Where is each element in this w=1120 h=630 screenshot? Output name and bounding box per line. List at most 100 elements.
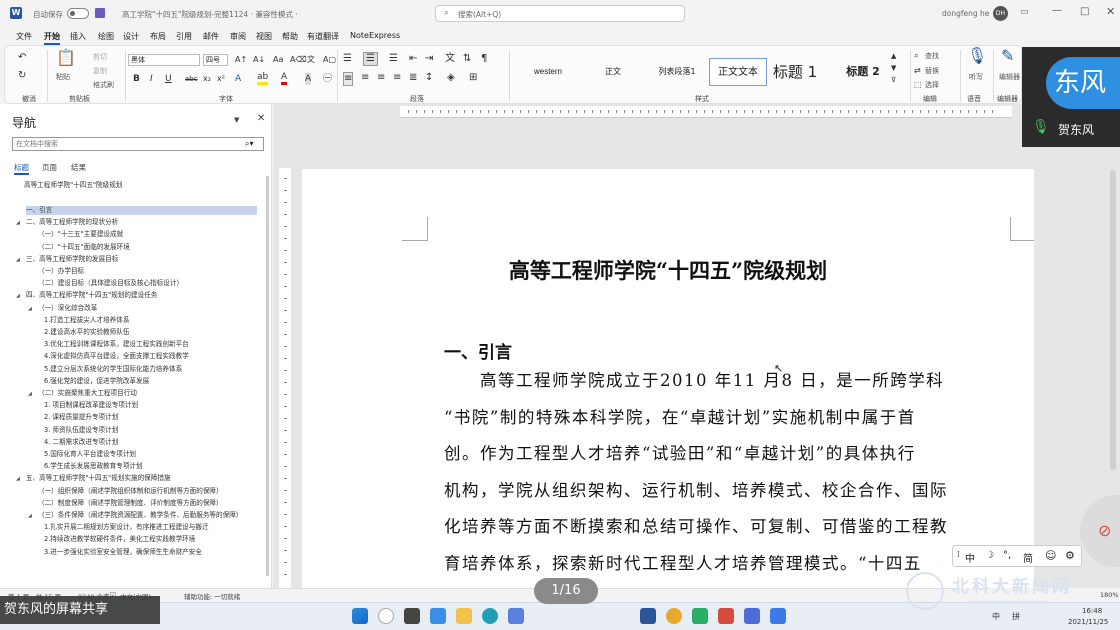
nav-heading-item[interactable]: （一）办学目标 [38, 267, 84, 276]
ime-half-width-icon[interactable]: ☽ [985, 550, 994, 561]
menu-4[interactable]: 设计 [123, 31, 139, 42]
nav-heading-item[interactable]: （二）制度保障（阐述学院管理制度、评价制度等方面的保障） [38, 499, 223, 508]
nav-heading-item[interactable]: 6.强化党的建设，促进学院改革发展 [44, 377, 149, 386]
phonetic-icon[interactable]: 文 [307, 54, 315, 66]
menu-5[interactable]: 布局 [150, 31, 166, 42]
nav-heading-item[interactable]: 1.扎实开展二期规划方案设计，有序推进工程建设与搬迁 [44, 523, 209, 532]
nav-heading-item[interactable]: 6.学生成长发展思政教育专项计划 [44, 462, 143, 471]
nav-heading-item[interactable]: 二、高等工程师学院的现状分析 [26, 218, 118, 227]
nav-close-icon[interactable]: ✕ [257, 113, 265, 124]
nav-heading-item[interactable]: 4. 二期需求改进专项计划 [44, 438, 118, 447]
paste-button[interactable]: 粘贴 [56, 72, 70, 82]
ime-punct[interactable]: °, [1003, 550, 1011, 561]
document-page[interactable]: 高等工程师学院“十四五”院级规划 一、引言 高等工程师学院成立于2010 年11… [302, 169, 1034, 588]
shrink-font-icon[interactable]: A↓ [253, 54, 265, 66]
nav-heading-item[interactable]: 高等工程师学院"十四五"院级规划 [24, 181, 122, 190]
menu-8[interactable]: 审阅 [230, 31, 246, 42]
ime-emoji-icon[interactable]: ☺ [1045, 549, 1056, 562]
nav-heading-item[interactable]: （二）建设目标（具体建设目标及核心指标设计） [38, 279, 183, 288]
justify-icon[interactable]: ≡ [393, 72, 401, 84]
search-input[interactable]: ⌕ 搜索(Alt+Q) [435, 5, 685, 22]
wechat-icon[interactable] [692, 608, 708, 624]
autosave-toggle[interactable] [67, 8, 89, 19]
collapse-triangle-icon[interactable]: ◢ [28, 306, 32, 312]
decrease-indent-icon[interactable]: ⇤ [409, 53, 417, 65]
select-icon[interactable]: ⬚ [914, 79, 922, 91]
edge-icon[interactable] [482, 608, 498, 624]
meeting-icon[interactable] [770, 608, 786, 624]
collapse-triangle-icon[interactable]: ◢ [28, 391, 32, 397]
nav-heading-item[interactable]: 2.持续改进教学软硬件条件，美化工程实践教学环境 [44, 535, 195, 544]
enclose-char-icon[interactable]: ㊀ [323, 73, 332, 85]
widgets-icon[interactable] [430, 608, 446, 624]
menu-10[interactable]: 帮助 [282, 31, 298, 42]
paste-icon[interactable]: 📋 [56, 50, 76, 66]
menu-6[interactable]: 引用 [176, 31, 192, 42]
italic-button[interactable]: I [150, 73, 153, 85]
nav-heading-item[interactable]: 3.优化工程训练课程体系，建设工程实践创新平台 [44, 340, 189, 349]
nav-heading-item[interactable]: 三、高等工程师学院的发展目标 [26, 255, 118, 264]
nav-tab-2[interactable]: 结果 [71, 162, 86, 173]
style-item-4[interactable]: 标题 1 [765, 58, 825, 86]
nav-scrollbar[interactable] [266, 176, 269, 576]
chrome-icon[interactable] [666, 608, 682, 624]
ime-toolbar[interactable]: ⁞ 中 ☽ °, 简 ☺ ⚙ [952, 545, 1082, 567]
menu-11[interactable]: 有道翻译 [307, 31, 339, 42]
task-view-icon[interactable] [404, 608, 420, 624]
menu-0[interactable]: 文件 [16, 31, 32, 42]
nav-options-icon[interactable]: ▼ [234, 116, 239, 124]
collapse-triangle-icon[interactable]: ◢ [16, 220, 20, 226]
borders-icon[interactable]: ⊞ [469, 72, 477, 84]
start-icon[interactable] [352, 608, 368, 624]
sort-icon[interactable]: ⇅ [463, 53, 471, 65]
replace-button[interactable]: 替换 [925, 66, 939, 76]
chinese-layout-icon[interactable]: 文 [445, 53, 455, 65]
align-center-icon[interactable]: ≡ [361, 72, 369, 84]
grow-font-icon[interactable]: A↑ [235, 54, 247, 66]
numbering-icon[interactable]: ☰ [363, 52, 378, 66]
styles-scroll-down-icon[interactable]: ▼ [891, 62, 896, 74]
accessibility-status[interactable]: 辅助功能: 一切就绪 [184, 591, 240, 601]
select-button[interactable]: 选择 [925, 80, 939, 90]
nav-heading-item[interactable]: 五、高等工程师学院"十四五"规划实施的保障措施 [26, 474, 171, 483]
nav-heading-item[interactable]: 1. 项目制课程改革建设专项计划 [44, 401, 138, 410]
file-explorer-icon[interactable] [456, 608, 472, 624]
copy-button[interactable]: 复制 [93, 66, 107, 76]
font-size-select[interactable]: 四号 [203, 54, 228, 66]
menu-7[interactable]: 邮件 [203, 31, 219, 42]
horizontal-ruler[interactable] [400, 106, 1012, 118]
change-case-icon[interactable]: Aa [273, 54, 283, 66]
distribute-icon[interactable]: ≣ [409, 72, 417, 84]
minimize-icon[interactable]: — [1052, 5, 1062, 16]
nav-heading-item[interactable]: （二）"十四五"面临的发展环境 [38, 243, 130, 252]
undo-icon[interactable]: ↶ [18, 52, 26, 64]
redo-icon[interactable]: ↻ [18, 70, 26, 82]
highlight-icon[interactable]: ab [257, 73, 269, 85]
char-border-icon[interactable]: A▢ [323, 54, 336, 66]
text-effects-icon[interactable]: A [235, 73, 241, 85]
nav-heading-item[interactable]: （一）组织保障（阐述学院组织体制和运行机制等方面的保障） [38, 487, 223, 496]
show-marks-icon[interactable]: ¶ [481, 53, 487, 65]
underline-button[interactable]: U [165, 73, 172, 85]
strikethrough-button[interactable]: abc [185, 73, 198, 85]
nav-search-icon[interactable]: ⌕▾ [245, 138, 254, 150]
menu-12[interactable]: NoteExpress [350, 31, 400, 40]
style-item-1[interactable]: 正文 [593, 58, 633, 86]
bold-button[interactable]: B [133, 73, 140, 85]
page-indicator[interactable]: 1/16 [534, 578, 598, 604]
nav-heading-item[interactable]: 2. 课程质量提升专项计划 [44, 413, 118, 422]
nav-heading-item[interactable]: 5.建立分层次系统化的学生国际化能力培养体系 [44, 365, 182, 374]
store-icon[interactable] [508, 608, 524, 624]
find-icon[interactable]: ⌕ [914, 50, 918, 62]
style-item-5[interactable]: 标题 2 [835, 58, 891, 86]
maximize-icon[interactable]: □ [1080, 6, 1089, 17]
line-spacing-icon[interactable]: ↕ [425, 72, 433, 84]
ime-drag-handle[interactable]: ⁞ [957, 550, 960, 560]
char-shading-icon[interactable]: A [305, 73, 312, 85]
menu-3[interactable]: 绘图 [98, 31, 114, 42]
nav-search-input[interactable]: 在文档中搜索 ⌕▾ [12, 137, 264, 151]
shading-icon[interactable]: ◈ [447, 72, 455, 84]
nav-heading-item[interactable]: 一、引言 [26, 206, 257, 215]
nav-heading-item[interactable]: 5.国际化育人平台建设专项计划 [44, 450, 136, 459]
format-painter-button[interactable]: 格式刷 [93, 80, 114, 90]
